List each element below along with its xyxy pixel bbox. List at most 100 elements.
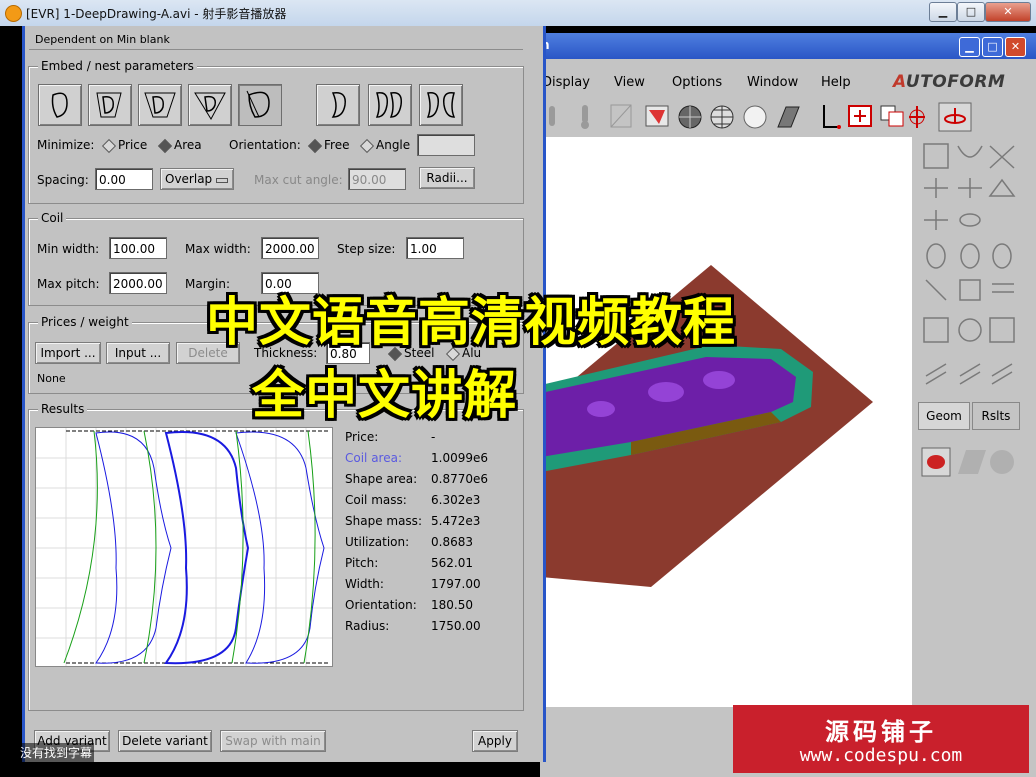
result-row: Shape area: 0.8770e6 — [345, 472, 515, 490]
logo-rest: UTOFORM — [905, 72, 1006, 92]
dropdown-indicator-icon — [216, 178, 228, 183]
maximize-button[interactable]: □ — [957, 2, 985, 22]
spacing-input[interactable]: 0.00 — [95, 168, 153, 190]
pattern-icon[interactable] — [777, 106, 800, 128]
solid-sphere-icon[interactable] — [743, 105, 767, 129]
tool-layers2-icon[interactable] — [959, 363, 981, 385]
tool-split2-icon[interactable] — [958, 178, 982, 198]
tool-box-icon[interactable] — [959, 279, 981, 301]
result-value: 1.0099e6 — [431, 451, 489, 465]
input-button[interactable]: Input ... — [106, 342, 170, 364]
angle-input[interactable] — [417, 134, 475, 156]
thermometer2-icon[interactable] — [581, 105, 589, 129]
axes-icon[interactable] — [823, 105, 841, 129]
minimize-label: Minimize: — [37, 138, 95, 152]
result-key: Utilization: — [345, 535, 410, 549]
nest-double-button[interactable] — [368, 84, 412, 126]
result-value: 562.01 — [431, 556, 473, 570]
active-view-icon[interactable] — [938, 102, 972, 132]
watermark-title: 源码铺子 — [825, 718, 937, 746]
apply-button[interactable]: Apply — [472, 730, 518, 752]
result-key: Coil area: — [345, 451, 403, 465]
result-row: Coil mass: 6.302e3 — [345, 493, 515, 511]
result-key: Width: — [345, 577, 384, 591]
menu-options[interactable]: Options — [672, 75, 722, 90]
import-button[interactable]: Import ... — [35, 342, 101, 364]
tool-mesh2-icon[interactable] — [923, 317, 949, 343]
radii-button[interactable]: Radii... — [419, 167, 475, 189]
result-sheet-icon[interactable] — [958, 450, 986, 474]
minimize-button[interactable]: ▁ — [929, 2, 957, 22]
step-size-input[interactable]: 1.00 — [406, 237, 464, 259]
nest-option-3-button[interactable] — [138, 84, 182, 126]
autoform-logo: AUTOFORM — [893, 72, 1005, 92]
copy-icon[interactable] — [880, 105, 904, 127]
tool-circle-icon[interactable] — [958, 318, 982, 342]
min-width-input[interactable]: 100.00 — [109, 237, 167, 259]
menu-display[interactable]: Display — [542, 75, 590, 90]
mesh-sphere-icon[interactable] — [710, 105, 734, 129]
divider — [29, 49, 523, 50]
result-row: Price: - — [345, 430, 515, 448]
tool-cross-icon[interactable] — [989, 145, 1015, 169]
max-width-input[interactable]: 2000.00 — [261, 237, 319, 259]
overlap-label: Overlap — [165, 172, 213, 186]
delete-variant-button[interactable]: Delete variant — [118, 730, 212, 752]
tool-shield-icon[interactable] — [957, 145, 983, 158]
result-key: Orientation: — [345, 598, 417, 612]
tool-triangle-icon[interactable] — [988, 178, 1016, 197]
thermometer-icon[interactable] — [549, 106, 555, 126]
af-close-button[interactable]: ✕ — [1005, 37, 1026, 57]
overlap-dropdown[interactable]: Overlap — [160, 168, 234, 190]
tool-ring-icon[interactable] — [959, 213, 981, 227]
3d-viewport[interactable] — [541, 137, 912, 707]
watermark-url: www.codespu.com — [799, 745, 963, 766]
tool-split-icon[interactable] — [924, 178, 948, 198]
nest-option-2-button[interactable] — [88, 84, 132, 126]
tool-oval-icon[interactable] — [926, 243, 946, 269]
grid-icon[interactable] — [610, 104, 632, 128]
nest-mirrored-button[interactable] — [419, 84, 463, 126]
wire-sphere-icon[interactable] — [678, 105, 702, 129]
af-minimize-button[interactable]: ▁ — [959, 37, 980, 57]
tool-grid2-icon[interactable] — [989, 317, 1015, 343]
tool-oval2-icon[interactable] — [960, 243, 980, 269]
af-maximize-button[interactable]: □ — [982, 37, 1003, 57]
result-row: Width: 1797.00 — [345, 577, 515, 595]
tool-diagonal-icon[interactable] — [925, 279, 947, 301]
menu-help[interactable]: Help — [821, 75, 851, 90]
free-radio-label: Free — [324, 138, 350, 152]
tab-rslts[interactable]: Rslts — [972, 402, 1020, 430]
pocket-3 — [587, 401, 615, 417]
nest-option-4-button[interactable] — [188, 84, 232, 126]
menu-view[interactable]: View — [614, 75, 645, 90]
center-icon[interactable] — [848, 105, 872, 127]
close-button[interactable]: ✕ — [985, 2, 1031, 22]
tool-layers3-icon[interactable] — [991, 363, 1013, 385]
result-blank-icon[interactable] — [990, 450, 1014, 474]
tool-mesh-icon[interactable] — [923, 143, 949, 169]
pocket-1 — [648, 382, 684, 402]
result-row: Coil area: 1.0099e6 — [345, 451, 515, 469]
cup-icon[interactable] — [645, 105, 669, 127]
nest-option-5-button[interactable] — [238, 84, 282, 126]
nest-single-button[interactable] — [316, 84, 360, 126]
result-key: Price: — [345, 430, 379, 444]
menu-window[interactable]: Window — [747, 75, 798, 90]
subtitle-status: 没有找到字幕 — [18, 743, 95, 762]
step-size-label: Step size: — [337, 242, 396, 256]
swap-with-main-button[interactable]: Swap with main — [220, 730, 326, 752]
result-row: Radius: 1750.00 — [345, 619, 515, 637]
rotate-icon[interactable] — [909, 106, 925, 128]
tool-oval3-icon[interactable] — [992, 243, 1012, 269]
tool-lines-icon[interactable] — [992, 283, 1014, 293]
max-pitch-input[interactable]: 2000.00 — [109, 272, 167, 294]
area-radio-label: Area — [174, 138, 202, 152]
tool-layers-icon[interactable] — [925, 363, 947, 385]
nest-option-1-button[interactable] — [38, 84, 82, 126]
coil-group-label: Coil — [38, 211, 67, 225]
result-key: Pitch: — [345, 556, 379, 570]
max-cut-angle-input[interactable]: 90.00 — [348, 168, 406, 190]
tab-geom[interactable]: Geom — [918, 402, 970, 430]
tool-axis-icon[interactable] — [924, 210, 948, 230]
